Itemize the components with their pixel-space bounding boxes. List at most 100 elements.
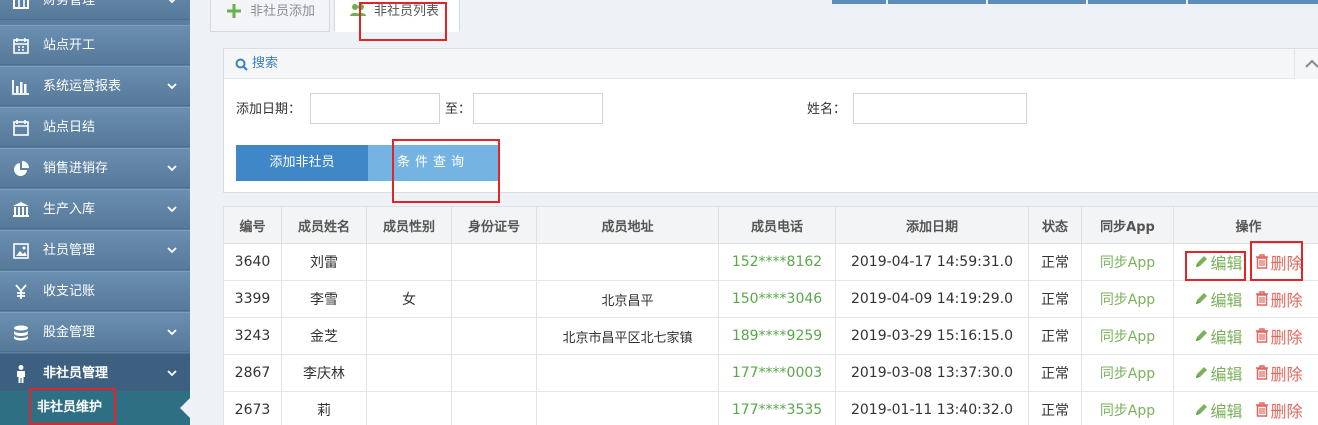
name-label: 姓名： [807,102,847,117]
sidebar-item-site-open[interactable]: 站点开工 [0,25,190,65]
sidebar-item-reports[interactable]: 系统运营报表 [0,66,190,106]
cell-idno [451,280,537,318]
tab-label: 非社员添加 [250,4,316,19]
chevron-down-icon [167,83,177,90]
edit-button[interactable]: 编辑 [1194,398,1243,422]
cell-status: 正常 [1028,280,1082,318]
column-header[interactable]: 状态 [1028,206,1082,244]
cell-address: 北京市昌平区北七家镇 [536,317,719,355]
cell-phone: 177****0003 [718,354,836,392]
cell-sync[interactable]: 同步App [1081,243,1174,281]
collapse-button[interactable] [1294,49,1318,79]
date-label: 添加日期： [236,102,302,117]
pencil-icon [1196,367,1208,379]
sidebar-item-site-daily[interactable]: 站点日结 [0,107,190,147]
sidebar-item-label: 站点日结 [43,120,96,135]
column-header[interactable]: 操作 [1173,206,1318,244]
table-row: 3243 金芝 北京市昌平区北七家镇 189****9259 2019-03-29 15… [223,317,1318,355]
name-input[interactable] [853,93,1027,124]
pencil-icon [1196,293,1208,305]
column-header[interactable]: 同步App [1081,206,1174,244]
edit-label: 编辑 [1210,328,1243,348]
cell-gender [366,391,452,425]
cell-idno [451,354,537,392]
cell-date: 2019-03-29 15:16:15.0 [835,317,1029,355]
cell-status: 正常 [1028,354,1082,392]
cell-sync[interactable]: 同步App [1081,354,1174,392]
delete-label: 删除 [1270,401,1303,421]
start-date-input[interactable] [310,93,440,124]
yen-icon [12,283,30,301]
cell-phone: 177****3535 [718,391,836,425]
tab-add-non-member[interactable]: 非社员添加 [210,0,330,32]
cell-phone: 189****9259 [718,317,836,355]
bar-chart-icon [12,78,30,96]
column-header[interactable]: 成员电话 [718,206,836,244]
cell-name: 李雪 [281,280,367,318]
sidebar-item-label: 收支记账 [43,284,96,299]
plus-icon [227,4,241,18]
bank-icon [12,201,30,219]
highlight-box [1250,241,1303,281]
sidebar-item-accounting[interactable]: 收支记账 [0,271,190,311]
delete-button[interactable]: 删除 [1255,361,1303,385]
column-header[interactable]: 添加日期 [835,206,1029,244]
highlight-box [359,2,447,41]
picture-icon [12,242,30,260]
edit-label: 编辑 [1210,402,1243,422]
edit-button[interactable]: 编辑 [1194,324,1243,348]
cell-sync[interactable]: 同步App [1081,391,1174,425]
cell-gender: 女 [366,280,452,318]
delete-label: 删除 [1270,327,1303,347]
search-panel-title: 搜索 [252,56,279,71]
pencil-icon [1196,404,1208,416]
search-panel-header: 搜索 [224,49,1318,79]
sidebar-item-sales[interactable]: 销售进销存 [0,148,190,188]
cell-date: 2019-04-17 14:59:31.0 [835,243,1029,281]
calendar-icon [12,37,30,55]
delete-button[interactable]: 删除 [1255,398,1303,422]
column-header[interactable]: 成员性别 [366,206,452,244]
edit-button[interactable]: 编辑 [1194,361,1243,385]
column-header[interactable]: 身份证号 [451,206,537,244]
calculator-icon [12,0,30,10]
sidebar-item-shares[interactable]: 股金管理 [0,312,190,352]
edit-button[interactable]: 编辑 [1194,287,1243,311]
cell-sync[interactable]: 同步App [1081,280,1174,318]
cell-actions: 编辑 删除 [1173,317,1318,355]
cell-status: 正常 [1028,391,1082,425]
sidebar-item-members[interactable]: 社员管理 [0,230,190,270]
cell-idno [451,317,537,355]
table-row: 3399 李雪女 北京昌平 150****3046 2019-04-09 14:19:2… [223,280,1318,318]
chevron-down-icon [167,370,177,377]
cell-idno [451,243,537,281]
cell-address [536,243,719,281]
cell-id: 2673 [223,391,282,425]
sidebar-item-label: 销售进销存 [43,161,109,176]
edit-label: 编辑 [1210,365,1243,385]
cell-phone: 150****3046 [718,280,836,318]
delete-button[interactable]: 删除 [1255,324,1303,348]
column-header[interactable]: 成员姓名 [281,206,367,244]
sidebar: 财务管理 站点开工 系统运营报表 站点日结 销售进销存 生产入库 社员管理 收支… [0,0,190,425]
to-label: 至： [445,102,472,117]
sidebar-item-finance[interactable]: 财务管理 [0,0,190,20]
column-header[interactable]: 编号 [223,206,282,244]
cell-date: 2019-03-08 13:37:30.0 [835,354,1029,392]
add-non-member-button[interactable]: 添加非社员 [236,145,368,181]
cell-sync[interactable]: 同步App [1081,317,1174,355]
cell-actions: 编辑 删除 [1173,354,1318,392]
sidebar-item-non-members[interactable]: 非社员管理 [0,353,190,393]
sidebar-item-production[interactable]: 生产入库 [0,189,190,229]
pie-chart-icon [12,160,30,178]
cell-id: 3399 [223,280,282,318]
delete-button[interactable]: 删除 [1255,287,1303,311]
cell-id: 3243 [223,317,282,355]
table-row: 2867 李庆林 177****0003 2019-03-08 13:37:30.0 正… [223,354,1318,392]
column-header[interactable]: 成员地址 [536,206,719,244]
end-date-input[interactable] [473,93,603,124]
cell-address: 北京昌平 [536,280,719,318]
highlight-box [392,139,500,203]
sidebar-item-label: 非社员管理 [43,366,109,381]
sidebar-item-label: 生产入库 [43,202,96,217]
